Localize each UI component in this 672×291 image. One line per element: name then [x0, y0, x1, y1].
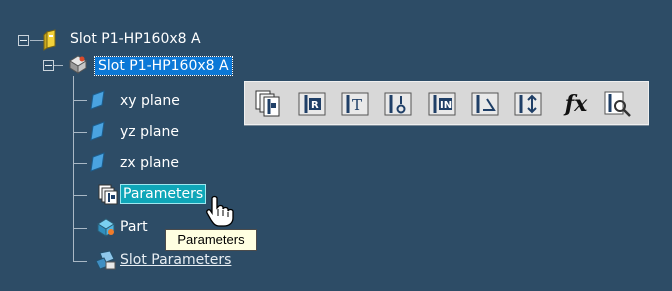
plane-icon	[89, 121, 109, 141]
parameters-icon	[97, 183, 118, 205]
length-parameter-icon	[514, 92, 542, 116]
tree-connector	[73, 195, 87, 196]
tree-connector	[73, 228, 87, 229]
part-body-icon	[95, 216, 115, 237]
tree-item-label[interactable]: Part	[120, 218, 148, 236]
tree-item-xy-plane[interactable]: xy plane	[120, 89, 180, 113]
part-document-icon	[40, 29, 60, 51]
search-parameter-button[interactable]	[603, 89, 633, 119]
reaction-button[interactable]: R	[297, 89, 327, 119]
tree-item-yz-plane[interactable]: yz plane	[120, 120, 179, 144]
tree-item-label[interactable]: xy plane	[120, 92, 180, 110]
tree-item-label[interactable]: zx plane	[120, 154, 179, 172]
angle-parameter-button[interactable]	[470, 89, 500, 119]
collapse-part-toggle[interactable]	[43, 60, 54, 71]
part-body-icon	[67, 53, 87, 74]
tree-part-label[interactable]: Slot P1-HP160x8 A	[94, 56, 233, 76]
tree-item-label[interactable]: yz plane	[120, 123, 179, 141]
formula-icon: fx	[564, 91, 588, 117]
tree-part-item[interactable]: Slot P1-HP160x8 A	[94, 54, 233, 78]
plane-icon	[89, 90, 109, 110]
tree-connector	[73, 261, 87, 262]
tree-item-slot-parameters[interactable]: Slot Parameters	[120, 248, 231, 272]
svg-text:T: T	[352, 96, 362, 114]
tree-item-parameters[interactable]: Parameters	[120, 182, 207, 206]
tree-connector	[73, 76, 74, 261]
formula-button[interactable]: fx	[561, 89, 591, 119]
angle-parameter-icon	[471, 92, 499, 116]
tree-connector	[73, 132, 87, 133]
text-parameter-button[interactable]: T	[340, 89, 370, 119]
slot-parameters-icon	[94, 249, 116, 270]
boolean-parameter-button[interactable]	[383, 89, 413, 119]
reaction-icon: R	[298, 92, 326, 116]
length-parameter-button[interactable]	[513, 89, 543, 119]
knowledge-toolbar: R T IN fx	[244, 81, 649, 125]
integer-parameter-button[interactable]: IN	[427, 89, 457, 119]
parameters-tooltip: Parameters	[165, 229, 257, 251]
parameters-knowledge-icon	[255, 90, 280, 117]
specification-tree: Slot P1-HP160x8 A Slot P1-HP160x8 A xy p…	[0, 0, 672, 291]
plane-icon	[89, 152, 109, 172]
tree-root-label[interactable]: Slot P1-HP160x8 A	[70, 30, 201, 48]
tree-item-label[interactable]: Parameters	[120, 184, 207, 204]
boolean-parameter-icon	[384, 92, 412, 116]
tree-connector	[73, 100, 87, 101]
search-parameter-icon	[604, 91, 631, 117]
collapse-root-toggle[interactable]	[18, 35, 29, 46]
svg-text:R: R	[311, 100, 319, 111]
tree-root[interactable]: Slot P1-HP160x8 A	[70, 27, 201, 51]
tree-item-zx-plane[interactable]: zx plane	[120, 151, 179, 175]
tree-connector	[73, 163, 87, 164]
hand-cursor-icon	[204, 194, 238, 228]
svg-text:IN: IN	[440, 100, 452, 111]
parameters-knowledge-button[interactable]	[253, 89, 283, 119]
text-parameter-icon: T	[341, 92, 369, 116]
tree-item-part[interactable]: Part	[120, 215, 148, 239]
tree-item-label[interactable]: Slot Parameters	[120, 251, 231, 269]
integer-parameter-icon: IN	[428, 92, 456, 116]
